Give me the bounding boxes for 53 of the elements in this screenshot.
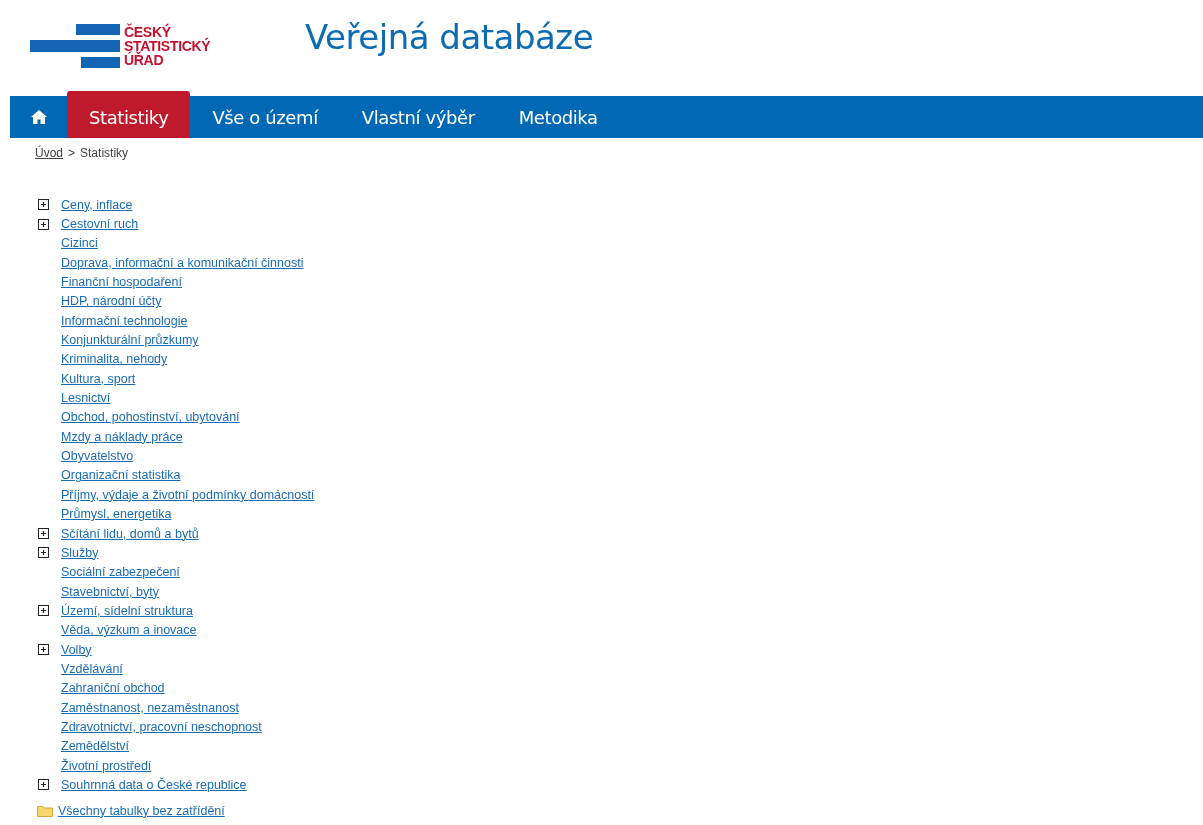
topic-link[interactable]: Doprava, informační a komunikační činnosti [61,255,304,270]
topic-link[interactable]: Organizační statistika [61,468,181,483]
topic-link[interactable]: Průmysl, energetika [61,507,172,522]
topic-link[interactable]: Zdravotnictví, pracovní neschopnost [61,719,262,734]
topic-link[interactable]: HDP, národní účty [61,294,162,309]
topic-link[interactable]: Konjunkturální průzkumy [61,333,199,348]
topic-link[interactable]: Zaměstnanost, nezaměstnanost [61,700,239,715]
expand-icon[interactable] [38,547,49,559]
expand-icon[interactable] [38,218,49,230]
topic-link[interactable]: Území, sídelní struktura [61,603,193,618]
topic-link[interactable]: Příjmy, výdaje a životní podmínky domácností [61,487,315,502]
topic-link[interactable]: Stavebnictví, byty [61,584,159,599]
topic-link[interactable]: Lesnictví [61,391,111,406]
topic-link[interactable]: Kriminalita, nehody [61,352,168,367]
breadcrumb-current: Statistiky [80,146,129,160]
topic-link[interactable]: Informační technologie [61,313,188,328]
logo-text: STATISTICKÝ [124,38,211,53]
logo-text: ÚŘAD [124,52,164,67]
expand-icon[interactable] [38,779,49,791]
expand-icon[interactable] [38,644,49,656]
nav-tab[interactable]: Metodika [496,96,620,138]
topic-link[interactable]: Ceny, inflace [61,197,133,212]
logo-text: ČESKÝ [124,24,171,39]
topic-link[interactable]: Obchod, pohostinství, ubytování [61,410,240,425]
logo-stripes-icon [30,23,120,68]
topic-link[interactable]: Věda, výzkum a inovace [61,623,197,638]
topic-link[interactable]: Sociální zabezpečení [61,565,180,580]
topic-link[interactable]: Volby [61,642,92,657]
topic-link[interactable]: Zahraniční obchod [61,681,165,696]
topic-link[interactable]: Finanční hospodaření [61,275,182,290]
topic-link[interactable]: Mzdy a náklady práce [61,429,183,444]
all-tables-link[interactable]: Všechny tabulky bez zatřídění [58,803,225,818]
home-icon [29,109,48,125]
breadcrumb-link[interactable]: Úvod [35,146,63,160]
topic-link[interactable]: Zemědělství [61,739,130,754]
nav-tab[interactable]: Statistiky [67,91,191,138]
topic-link[interactable]: Cizinci [61,236,98,251]
nav-tab[interactable]: Vlastní výběr [339,96,497,138]
breadcrumb-separator: > [68,146,76,160]
topic-link[interactable]: Sčítání lidu, domů a bytů [61,526,199,541]
nav-tab[interactable]: Vše o území [190,96,340,138]
topic-link[interactable]: Životní prostředí [61,758,152,773]
page-title: Veřejná databáze [305,16,594,57]
folder-icon [37,804,53,817]
expand-icon[interactable] [38,605,49,617]
topic-link[interactable]: Souhrnná data o České republice [61,778,247,792]
topic-link[interactable]: Cestovní ruch [61,217,139,231]
topic-link[interactable]: Kultura, sport [61,371,136,386]
topic-link[interactable]: Obyvatelstvo [61,449,134,464]
expand-icon[interactable] [38,199,49,211]
topic-link[interactable]: Vzdělávání [61,661,123,676]
topic-link[interactable]: Služby [61,545,99,560]
expand-icon[interactable] [38,528,49,539]
